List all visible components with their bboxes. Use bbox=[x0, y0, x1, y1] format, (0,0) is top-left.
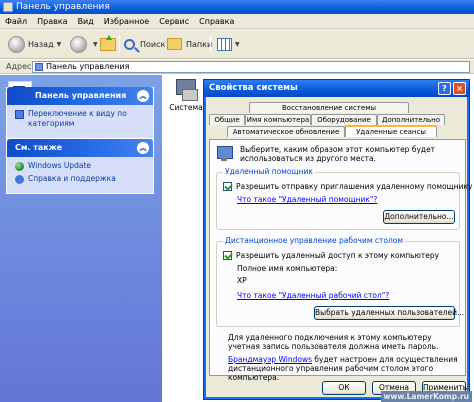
search-button[interactable]: Поиск bbox=[124, 34, 165, 54]
menu-favorites[interactable]: Избранное bbox=[99, 14, 154, 29]
address-value: Панель управления bbox=[46, 62, 130, 71]
folders-button[interactable]: Папки bbox=[167, 34, 212, 54]
menu-view[interactable]: Вид bbox=[73, 14, 99, 29]
password-note: Для удаленного подключения к этому компь… bbox=[228, 333, 439, 351]
tab-row-3: Автоматическое обновление Удаленные сеан… bbox=[209, 125, 437, 137]
assistance-advanced-button[interactable]: Дополнительно... bbox=[383, 210, 455, 224]
search-label: Поиск bbox=[140, 39, 166, 49]
address-label: Адрес: bbox=[6, 62, 35, 71]
watermark: www.LamerKomp.ru bbox=[380, 391, 472, 402]
forward-arrow-icon bbox=[70, 35, 87, 53]
switch-category-view-link[interactable]: Переключение к виду по категориям bbox=[15, 109, 147, 129]
collapse-icon[interactable]: ︽ bbox=[137, 90, 149, 102]
menu-tools[interactable]: Сервис bbox=[154, 14, 194, 29]
full-name-value: XP bbox=[237, 276, 247, 285]
menu-edit[interactable]: Правка bbox=[32, 14, 72, 29]
window-title: Панель управления bbox=[16, 2, 110, 12]
section-title: См. также bbox=[15, 143, 63, 152]
menu-help[interactable]: Справка bbox=[194, 14, 239, 29]
tab-system-restore[interactable]: Восстановление системы bbox=[249, 102, 409, 113]
checkbox-checked-icon bbox=[223, 182, 232, 191]
close-button[interactable]: × bbox=[453, 82, 466, 95]
allow-invitations-label: Разрешить отправку приглашения удаленном… bbox=[236, 182, 473, 191]
windows-update-link[interactable]: Windows Update bbox=[15, 161, 147, 171]
tab-general[interactable]: Общие bbox=[209, 114, 245, 125]
remote-tab-page: Выберите, каким образом этот компьютер б… bbox=[209, 139, 472, 382]
dialog-title: Свойства системы bbox=[209, 83, 298, 93]
intro-text: Выберите, каким образом этот компьютер б… bbox=[216, 145, 460, 163]
back-label: Назад bbox=[28, 39, 54, 49]
help-button[interactable]: ? bbox=[438, 82, 451, 95]
tab-advanced[interactable]: Дополнительно bbox=[377, 114, 445, 125]
full-name-label: Полное имя компьютера: bbox=[237, 264, 338, 273]
views-icon bbox=[217, 37, 232, 51]
windows-update-label: Windows Update bbox=[28, 161, 92, 170]
tab-row-2: Общие Имя компьютера Оборудование Дополн… bbox=[209, 114, 445, 125]
control-panel-icon bbox=[3, 2, 13, 12]
system-item-label: Система bbox=[169, 103, 203, 112]
remote-desktop-group: Дистанционное управление рабочим столом … bbox=[216, 236, 464, 327]
windows-update-icon bbox=[15, 162, 24, 171]
checkbox-checked-icon bbox=[223, 251, 232, 260]
allow-invitations-checkbox[interactable]: Разрешить отправку приглашения удаленном… bbox=[223, 182, 472, 191]
back-button[interactable]: Назад ▼ bbox=[8, 34, 61, 54]
toolbar-separator bbox=[210, 35, 211, 53]
tab-hardware[interactable]: Оборудование bbox=[311, 114, 377, 125]
control-panel-icon bbox=[35, 63, 43, 71]
menu-file[interactable]: Файл bbox=[0, 14, 32, 29]
system-item[interactable]: Система bbox=[166, 79, 206, 112]
remote-desktop-legend: Дистанционное управление рабочим столом bbox=[223, 236, 406, 246]
ok-button[interactable]: ОК bbox=[322, 381, 366, 395]
help-support-label: Справка и поддержка bbox=[28, 174, 116, 183]
search-icon bbox=[124, 38, 135, 50]
up-folder-button[interactable] bbox=[100, 34, 116, 54]
tab-automatic-updates[interactable]: Автоматическое обновление bbox=[227, 126, 345, 137]
remote-assistance-group: Удаленный помощник Разрешить отправку пр… bbox=[216, 167, 472, 230]
firewall-link[interactable]: Брандмауэр Windows bbox=[228, 355, 312, 364]
select-remote-users-button[interactable]: Выбрать удаленных пользователей... bbox=[314, 306, 464, 320]
task-pane: Панель управления ︽ Переключение к виду … bbox=[0, 75, 162, 402]
allow-remote-access-checkbox[interactable]: Разрешить удаленный доступ к этому компь… bbox=[223, 251, 439, 260]
tab-remote[interactable]: Удаленные сеансы bbox=[345, 125, 437, 137]
system-icon bbox=[174, 79, 198, 101]
firewall-note: Брандмауэр Windows будет настроен для ос… bbox=[228, 355, 460, 382]
chevron-down-icon: ▼ bbox=[93, 40, 98, 48]
menu-bar: Файл Правка Вид Избранное Сервис Справка bbox=[0, 14, 474, 29]
section-header[interactable]: Панель управления ︽ bbox=[7, 87, 153, 105]
chevron-down-icon: ▼ bbox=[56, 40, 62, 48]
computer-icon bbox=[216, 145, 234, 163]
views-button[interactable]: ▼ bbox=[217, 34, 240, 54]
toolbar: Назад ▼ ▼ Поиск Папки ▼ bbox=[0, 29, 474, 59]
intro-label: Выберите, каким образом этот компьютер б… bbox=[240, 145, 436, 163]
help-icon bbox=[15, 175, 24, 184]
what-is-remote-assistance-link[interactable]: Что такое "Удаленный помощник"? bbox=[237, 195, 377, 204]
tab-computer-name[interactable]: Имя компьютера bbox=[245, 114, 311, 125]
folder-up-icon bbox=[100, 34, 116, 51]
what-is-remote-desktop-link[interactable]: Что такое "Удаленный рабочий стол"? bbox=[237, 291, 389, 300]
address-field[interactable]: Панель управления bbox=[32, 61, 470, 73]
category-view-icon bbox=[15, 110, 24, 119]
section-header[interactable]: См. также ︽ bbox=[7, 139, 153, 157]
tab-row-1: Восстановление системы bbox=[209, 102, 409, 113]
control-panel-section: Панель управления ︽ Переключение к виду … bbox=[6, 87, 154, 139]
window-title-bar[interactable]: Панель управления bbox=[0, 0, 474, 14]
system-properties-dialog: Свойства системы ? × Восстановление сист… bbox=[203, 79, 472, 400]
chevron-down-icon: ▼ bbox=[235, 40, 240, 48]
section-title: Панель управления bbox=[35, 91, 127, 100]
remote-assistance-legend: Удаленный помощник bbox=[223, 167, 315, 177]
back-arrow-icon bbox=[8, 35, 25, 53]
dialog-title-bar[interactable]: Свойства системы ? × bbox=[204, 80, 469, 97]
collapse-icon[interactable]: ︽ bbox=[137, 142, 149, 154]
forward-button[interactable]: ▼ bbox=[70, 34, 98, 54]
help-support-link[interactable]: Справка и поддержка bbox=[15, 174, 147, 184]
address-bar: Адрес: Панель управления bbox=[0, 60, 474, 74]
allow-remote-access-label: Разрешить удаленный доступ к этому компь… bbox=[236, 251, 440, 260]
switch-category-view-label: Переключение к виду по категориям bbox=[28, 109, 127, 128]
see-also-section: См. также ︽ Windows Update Справка и под… bbox=[6, 139, 154, 194]
toolbar-separator bbox=[119, 35, 120, 53]
folders-label: Папки bbox=[186, 39, 213, 49]
folders-icon bbox=[167, 38, 182, 50]
